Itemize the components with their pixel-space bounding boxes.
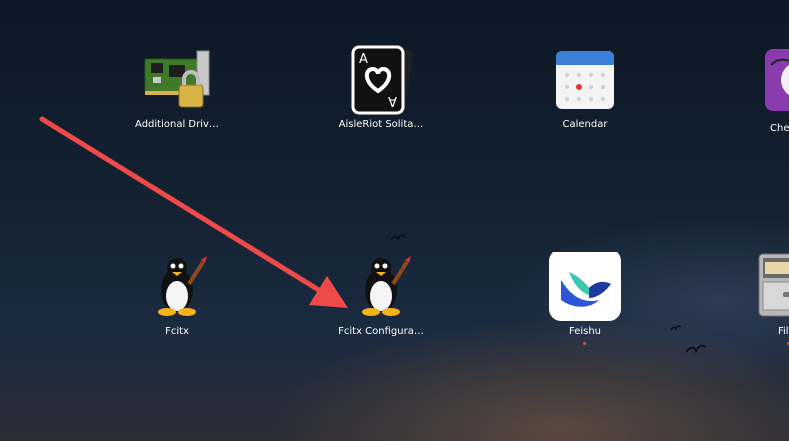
annotation-arrow: [39, 116, 348, 308]
